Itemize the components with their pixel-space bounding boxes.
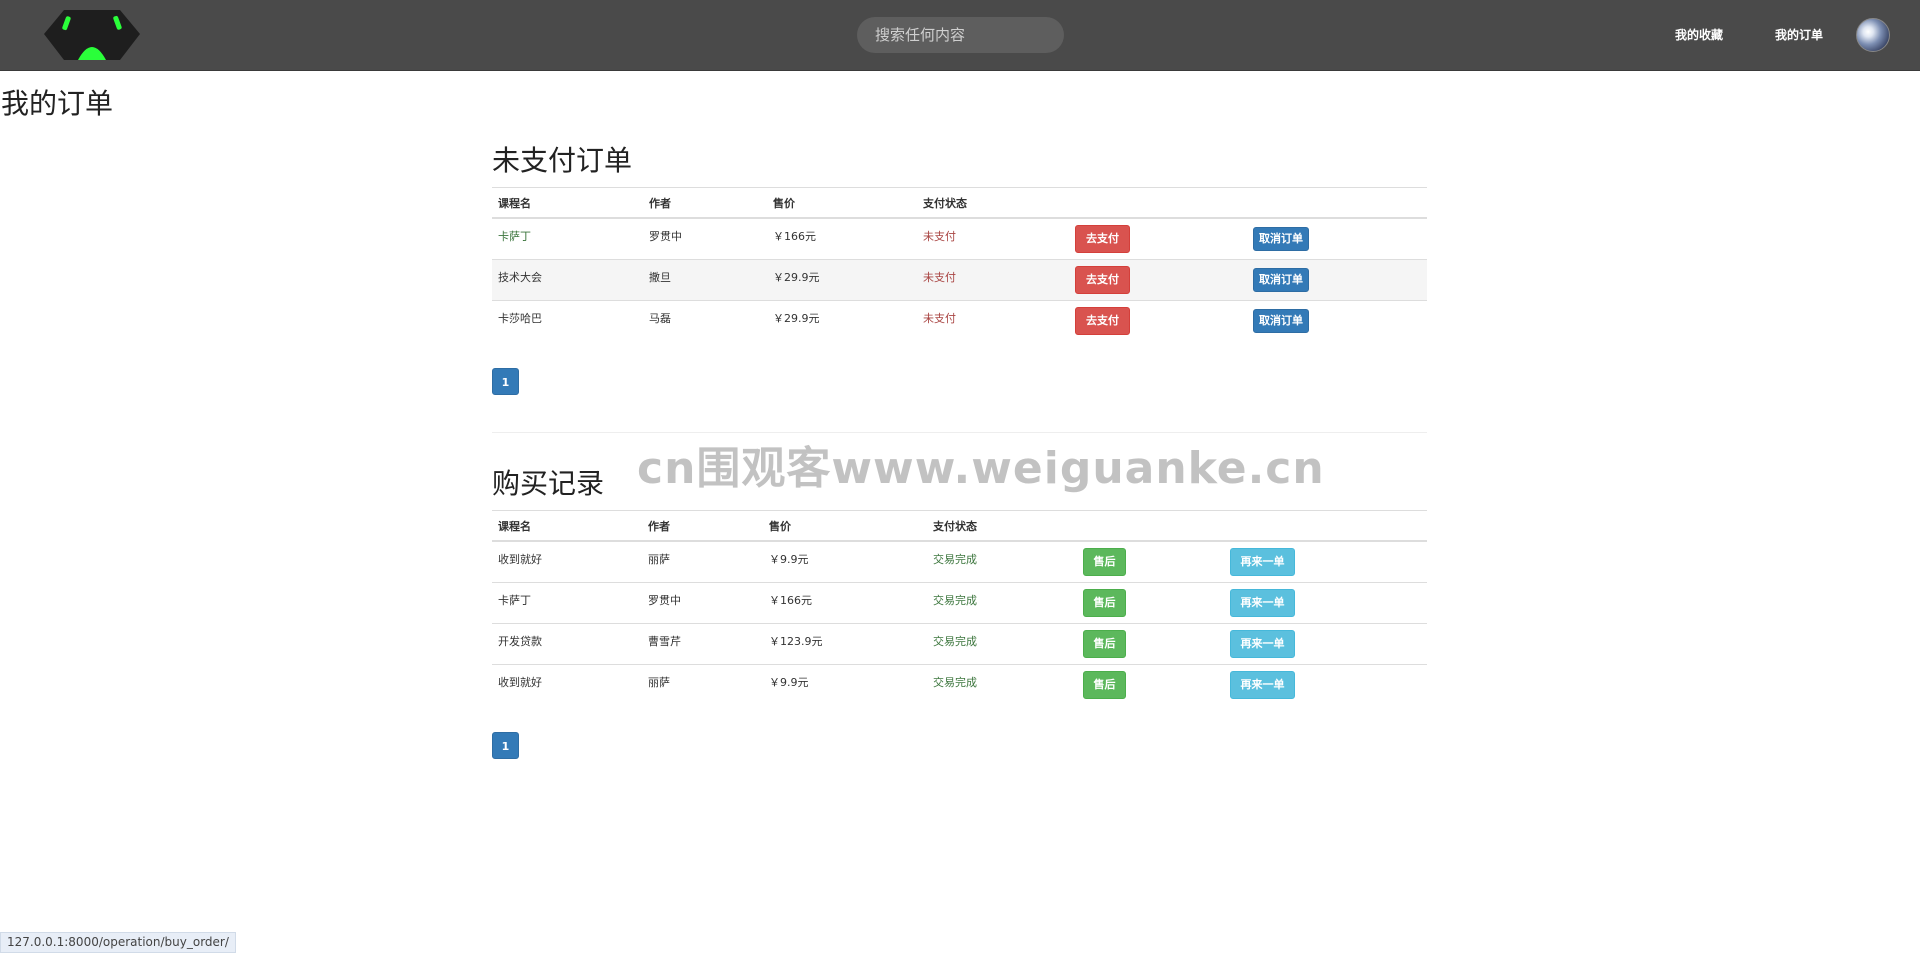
unpaid-orders-table: 课程名 作者 售价 支付状态 卡萨丁 罗贯中 ￥166元 未支付 去支付 取消订… <box>492 187 1427 341</box>
column-header-author: 作者 <box>642 510 763 542</box>
after-sale-button[interactable]: 售后 <box>1083 548 1126 576</box>
column-header-status: 支付状态 <box>927 510 1077 542</box>
logo-icon <box>44 10 140 60</box>
column-header-empty <box>1224 510 1427 542</box>
column-header-empty <box>1069 187 1247 219</box>
top-navbar: 我的收藏 我的订单 <box>0 0 1920 71</box>
purchase-history-title: 购买记录 <box>492 467 605 500</box>
price-cell: ￥9.9元 <box>769 676 809 689</box>
cancel-order-button[interactable]: 取消订单 <box>1253 309 1309 333</box>
author-cell: 丽萨 <box>648 553 670 566</box>
author-cell: 罗贯中 <box>649 230 682 243</box>
purchase-history-section: 购买记录 课程名 作者 售价 支付状态 收到就好 丽萨 ￥9.9元 交易完成 售… <box>492 462 1427 705</box>
price-cell: ￥166元 <box>773 230 816 243</box>
reorder-button[interactable]: 再来一单 <box>1230 671 1295 699</box>
course-cell: 收到就好 <box>498 553 542 566</box>
price-cell: ￥9.9元 <box>769 553 809 566</box>
table-header-row: 课程名 作者 售价 支付状态 <box>492 187 1427 219</box>
column-header-empty <box>1247 187 1427 219</box>
site-logo[interactable] <box>44 10 140 62</box>
course-cell: 卡萨丁 <box>498 594 531 607</box>
column-header-empty <box>1077 510 1224 542</box>
column-header-course: 课程名 <box>492 187 643 219</box>
author-cell: 马磊 <box>649 312 671 325</box>
course-link[interactable]: 卡萨丁 <box>498 219 637 244</box>
table-row: 收到就好 丽萨 ￥9.9元 交易完成 售后 再来一单 <box>492 540 1427 583</box>
status-cell: 交易完成 <box>933 553 977 566</box>
after-sale-button[interactable]: 售后 <box>1083 589 1126 617</box>
after-sale-button[interactable]: 售后 <box>1083 671 1126 699</box>
unpaid-orders-title: 未支付订单 <box>492 144 633 177</box>
search-box[interactable] <box>857 17 1064 53</box>
unpaid-orders-section: 未支付订单 课程名 作者 售价 支付状态 卡萨丁 罗贯中 ￥166元 未支付 去… <box>492 139 1427 341</box>
course-cell: 卡莎哈巴 <box>498 312 542 325</box>
status-cell: 交易完成 <box>933 594 977 607</box>
column-header-author: 作者 <box>643 187 767 219</box>
table-row: 卡萨丁 罗贯中 ￥166元 交易完成 售后 再来一单 <box>492 582 1427 624</box>
status-cell: 未支付 <box>923 230 956 243</box>
status-cell: 未支付 <box>923 312 956 325</box>
column-header-price: 售价 <box>767 187 917 219</box>
column-header-price: 售价 <box>763 510 927 542</box>
cancel-order-button[interactable]: 取消订单 <box>1253 227 1309 251</box>
column-header-course: 课程名 <box>492 510 642 542</box>
status-cell: 未支付 <box>923 271 956 284</box>
nav-my-favorites[interactable]: 我的收藏 <box>1675 26 1723 43</box>
status-cell: 交易完成 <box>933 676 977 689</box>
purchase-history-table: 课程名 作者 售价 支付状态 收到就好 丽萨 ￥9.9元 交易完成 售后 再来一… <box>492 510 1427 705</box>
course-cell: 开发贷款 <box>498 635 542 648</box>
price-cell: ￥166元 <box>769 594 812 607</box>
cancel-order-button[interactable]: 取消订单 <box>1253 268 1309 292</box>
table-row: 卡莎哈巴 马磊 ￥29.9元 未支付 去支付 取消订单 <box>492 300 1427 341</box>
price-cell: ￥123.9元 <box>769 635 823 648</box>
nav-my-orders[interactable]: 我的订单 <box>1775 26 1823 43</box>
reorder-button[interactable]: 再来一单 <box>1230 589 1295 617</box>
history-pagination-page[interactable]: 1 <box>492 732 519 759</box>
search-input[interactable] <box>873 25 1048 45</box>
reorder-button[interactable]: 再来一单 <box>1230 548 1295 576</box>
author-cell: 罗贯中 <box>648 594 681 607</box>
table-row: 收到就好 丽萨 ￥9.9元 交易完成 售后 再来一单 <box>492 664 1427 705</box>
browser-status-url: 127.0.0.1:8000/operation/buy_order/ <box>0 932 236 953</box>
price-cell: ￥29.9元 <box>773 271 820 284</box>
unpaid-pagination-page[interactable]: 1 <box>492 368 519 395</box>
author-cell: 撒旦 <box>649 271 671 284</box>
course-cell: 收到就好 <box>498 676 542 689</box>
author-cell: 丽萨 <box>648 676 670 689</box>
author-cell: 曹雪芹 <box>648 635 681 648</box>
user-avatar[interactable] <box>1856 18 1890 52</box>
after-sale-button[interactable]: 售后 <box>1083 630 1126 658</box>
table-row: 技术大会 撒旦 ￥29.9元 未支付 去支付 取消订单 <box>492 259 1427 301</box>
column-header-status: 支付状态 <box>917 187 1069 219</box>
reorder-button[interactable]: 再来一单 <box>1230 630 1295 658</box>
pay-button[interactable]: 去支付 <box>1075 225 1130 253</box>
table-header-row: 课程名 作者 售价 支付状态 <box>492 510 1427 542</box>
price-cell: ￥29.9元 <box>773 312 820 325</box>
pay-button[interactable]: 去支付 <box>1075 307 1130 335</box>
table-row: 开发贷款 曹雪芹 ￥123.9元 交易完成 售后 再来一单 <box>492 623 1427 665</box>
status-cell: 交易完成 <box>933 635 977 648</box>
page-title: 我的订单 <box>1 87 114 120</box>
pay-button[interactable]: 去支付 <box>1075 266 1130 294</box>
table-row: 卡萨丁 罗贯中 ￥166元 未支付 去支付 取消订单 <box>492 217 1427 260</box>
course-cell: 技术大会 <box>498 271 542 284</box>
